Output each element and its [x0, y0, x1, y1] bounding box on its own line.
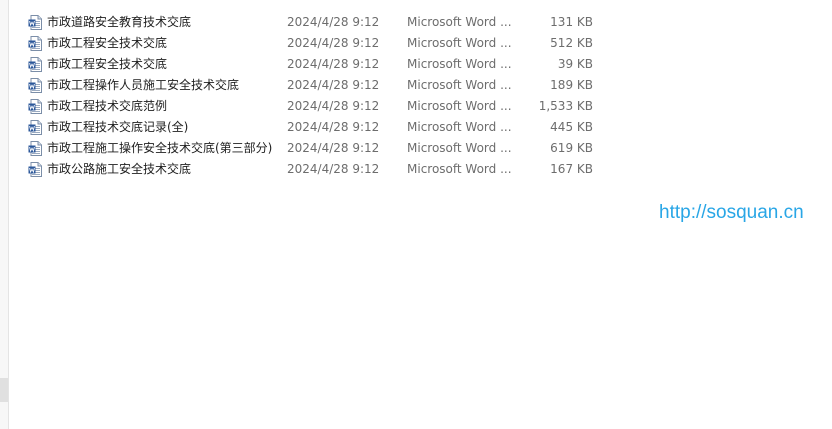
file-type: Microsoft Word ... — [407, 99, 512, 113]
word-document-icon — [28, 162, 42, 177]
file-row[interactable]: 市政工程安全技术交底 2024/4/28 9:12 Microsoft Word… — [26, 54, 606, 75]
file-name[interactable]: 市政公路施工安全技术交底 — [47, 159, 282, 180]
file-type: Microsoft Word ... — [407, 15, 512, 29]
file-row[interactable]: 市政工程技术交底记录(全) 2024/4/28 9:12 Microsoft W… — [26, 117, 606, 138]
file-name[interactable]: 市政道路安全教育技术交底 — [47, 12, 282, 33]
file-type: Microsoft Word ... — [407, 162, 512, 176]
navigation-pane-edge[interactable] — [0, 0, 9, 429]
word-document-icon — [28, 78, 42, 93]
file-type: Microsoft Word ... — [407, 141, 512, 155]
word-document-icon — [28, 99, 42, 114]
file-row[interactable]: 市政道路安全教育技术交底 2024/4/28 9:12 Microsoft Wo… — [26, 12, 606, 33]
file-modified-date: 2024/4/28 9:12 — [287, 57, 380, 71]
file-name[interactable]: 市政工程技术交底记录(全) — [47, 117, 282, 138]
file-size: 39 KB — [557, 57, 593, 71]
file-row[interactable]: 市政工程施工操作安全技术交底(第三部分) 2024/4/28 9:12 Micr… — [26, 138, 606, 159]
file-modified-date: 2024/4/28 9:12 — [287, 120, 380, 134]
scrollbar-thumb[interactable] — [0, 378, 8, 402]
file-size: 445 KB — [550, 120, 593, 134]
file-name[interactable]: 市政工程施工操作安全技术交底(第三部分) — [47, 138, 282, 159]
file-type: Microsoft Word ... — [407, 57, 512, 71]
file-list-pane: 市政道路安全教育技术交底 2024/4/28 9:12 Microsoft Wo… — [0, 0, 832, 429]
file-size: 131 KB — [550, 15, 593, 29]
word-document-icon — [28, 141, 42, 156]
file-modified-date: 2024/4/28 9:12 — [287, 78, 380, 92]
file-modified-date: 2024/4/28 9:12 — [287, 162, 380, 176]
file-modified-date: 2024/4/28 9:12 — [287, 36, 380, 50]
word-document-icon — [28, 15, 42, 30]
file-row[interactable]: 市政工程技术交底范例 2024/4/28 9:12 Microsoft Word… — [26, 96, 606, 117]
file-row[interactable]: 市政公路施工安全技术交底 2024/4/28 9:12 Microsoft Wo… — [26, 159, 606, 180]
file-size: 1,533 KB — [538, 99, 593, 113]
file-modified-date: 2024/4/28 9:12 — [287, 15, 380, 29]
file-size: 167 KB — [550, 162, 593, 176]
word-document-icon — [28, 36, 42, 51]
file-row[interactable]: 市政工程安全技术交底 2024/4/28 9:12 Microsoft Word… — [26, 33, 606, 54]
file-modified-date: 2024/4/28 9:12 — [287, 141, 380, 155]
word-document-icon — [28, 120, 42, 135]
file-size: 619 KB — [550, 141, 593, 155]
word-document-icon — [28, 57, 42, 72]
file-type: Microsoft Word ... — [407, 120, 512, 134]
file-name[interactable]: 市政工程操作人员施工安全技术交底 — [47, 75, 282, 96]
file-row[interactable]: 市政工程操作人员施工安全技术交底 2024/4/28 9:12 Microsof… — [26, 75, 606, 96]
file-name[interactable]: 市政工程安全技术交底 — [47, 33, 282, 54]
file-size: 512 KB — [550, 36, 593, 50]
file-name[interactable]: 市政工程安全技术交底 — [47, 54, 282, 75]
file-size: 189 KB — [550, 78, 593, 92]
file-type: Microsoft Word ... — [407, 78, 512, 92]
file-list: 市政道路安全教育技术交底 2024/4/28 9:12 Microsoft Wo… — [26, 12, 606, 180]
watermark-url: http://sosquan.cn — [659, 202, 804, 223]
file-type: Microsoft Word ... — [407, 36, 512, 50]
file-modified-date: 2024/4/28 9:12 — [287, 99, 380, 113]
file-name[interactable]: 市政工程技术交底范例 — [47, 96, 282, 117]
